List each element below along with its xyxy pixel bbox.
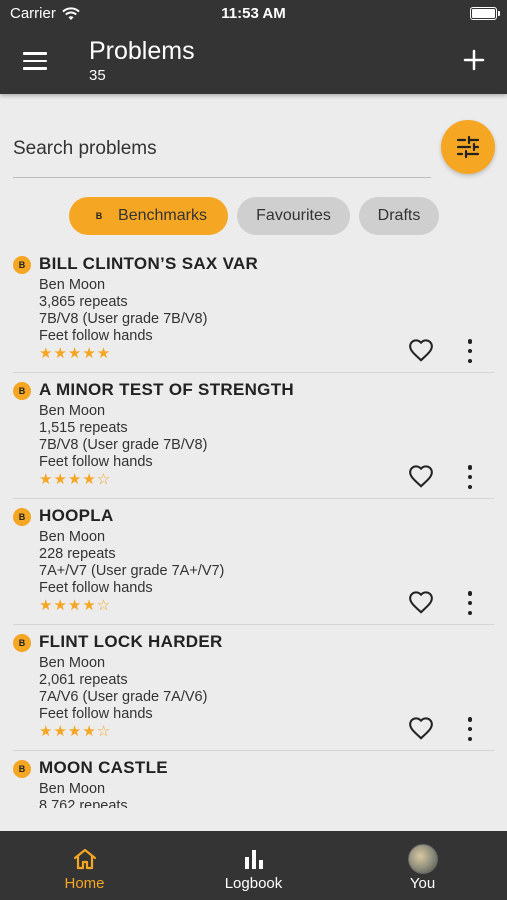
problem-setter: Ben Moon: [39, 277, 106, 293]
search-field: [13, 120, 431, 178]
problem-rule: Feet follow hands: [39, 580, 153, 596]
star-rating: ★★★★☆: [39, 471, 112, 488]
benchmark-badge-icon: B: [13, 634, 31, 652]
benchmark-badge-icon: B: [13, 760, 31, 778]
chip-favourites-label: Favourites: [256, 207, 331, 224]
clock: 11:53 AM: [221, 5, 286, 22]
nav-logbook[interactable]: Logbook: [169, 831, 338, 900]
problem-rule: Feet follow hands: [39, 454, 153, 470]
problem-grade: 7A+/V7 (User grade 7A+/V7): [39, 563, 225, 579]
list-item[interactable]: B BILL CLINTON’S SAX VAR Ben Moon 3,865 …: [0, 247, 507, 373]
chip-drafts[interactable]: Drafts: [359, 197, 439, 235]
plus-icon[interactable]: [459, 45, 489, 75]
list-item[interactable]: B MOON CASTLE Ben Moon 8,762 repeats: [0, 751, 507, 808]
more-vertical-icon[interactable]: [464, 465, 476, 489]
problem-rule: Feet follow hands: [39, 328, 153, 344]
benchmark-badge-icon: B: [13, 508, 31, 526]
problem-grade: 7B/V8 (User grade 7B/V8): [39, 311, 208, 327]
problem-setter: Ben Moon: [39, 781, 106, 797]
problem-name: A MINOR TEST OF STRENGTH: [39, 380, 294, 399]
benchmark-badge-icon: B: [13, 256, 31, 274]
home-icon: [73, 848, 96, 870]
heart-outline-icon[interactable]: [408, 338, 434, 364]
heart-outline-icon[interactable]: [408, 716, 434, 742]
list-item[interactable]: B FLINT LOCK HARDER Ben Moon 2,061 repea…: [0, 625, 507, 751]
chip-benchmarks-label: Benchmarks: [118, 207, 207, 224]
more-vertical-icon[interactable]: [464, 717, 476, 741]
chip-drafts-label: Drafts: [377, 207, 421, 224]
more-vertical-icon[interactable]: [464, 339, 476, 363]
heart-outline-icon[interactable]: [408, 464, 434, 490]
battery-icon: [470, 7, 500, 20]
problem-grade: 7A/V6 (User grade 7A/V6): [39, 689, 208, 705]
problem-name: MOON CASTLE: [39, 758, 168, 777]
problem-setter: Ben Moon: [39, 529, 106, 545]
problem-repeats: 8,762 repeats: [39, 798, 128, 808]
app-bar: Problems 35: [0, 28, 507, 94]
list-item[interactable]: B A MINOR TEST OF STRENGTH Ben Moon 1,51…: [0, 373, 507, 499]
star-rating: ★★★★☆: [39, 723, 112, 740]
problem-rule: Feet follow hands: [39, 706, 153, 722]
bar-chart-icon: [244, 850, 263, 869]
nav-you[interactable]: You: [338, 831, 507, 900]
problem-setter: Ben Moon: [39, 403, 106, 419]
problem-name: HOOPLA: [39, 506, 114, 525]
problem-setter: Ben Moon: [39, 655, 106, 671]
filter-button[interactable]: [441, 120, 495, 174]
status-bar: Carrier 11:53 AM: [0, 0, 507, 28]
list-item[interactable]: B HOOPLA Ben Moon 228 repeats 7A+/V7 (Us…: [0, 499, 507, 625]
search-input[interactable]: [13, 134, 431, 164]
benchmark-badge-icon: B: [13, 382, 31, 400]
page-title: Problems: [89, 37, 195, 65]
nav-home-label: Home: [64, 875, 105, 892]
hamburger-menu-icon[interactable]: [18, 46, 52, 76]
benchmark-badge-icon: B: [95, 211, 103, 221]
sliders-icon: [456, 135, 480, 159]
problem-name: FLINT LOCK HARDER: [39, 632, 223, 651]
bottom-navigation: Home Logbook You: [0, 831, 507, 900]
nav-you-label: You: [409, 875, 436, 892]
chip-benchmarks[interactable]: B Benchmarks: [69, 197, 228, 235]
star-rating: ★★★★☆: [39, 597, 112, 614]
star-rating: ★★★★★: [39, 345, 112, 362]
problem-grade: 7B/V8 (User grade 7B/V8): [39, 437, 208, 453]
nav-home[interactable]: Home: [0, 831, 169, 900]
heart-outline-icon[interactable]: [408, 590, 434, 616]
problem-list: B BILL CLINTON’S SAX VAR Ben Moon 3,865 …: [0, 247, 507, 808]
problem-name: BILL CLINTON’S SAX VAR: [39, 254, 259, 273]
problem-repeats: 1,515 repeats: [39, 420, 128, 436]
problem-repeats: 228 repeats: [39, 546, 116, 562]
chip-favourites[interactable]: Favourites: [237, 197, 350, 235]
more-vertical-icon[interactable]: [464, 591, 476, 615]
avatar: [407, 844, 438, 874]
filter-chips: B Benchmarks Favourites Drafts: [0, 197, 507, 235]
problem-count: 35: [89, 67, 106, 84]
nav-logbook-label: Logbook: [224, 875, 283, 892]
problem-repeats: 3,865 repeats: [39, 294, 128, 310]
problem-repeats: 2,061 repeats: [39, 672, 128, 688]
